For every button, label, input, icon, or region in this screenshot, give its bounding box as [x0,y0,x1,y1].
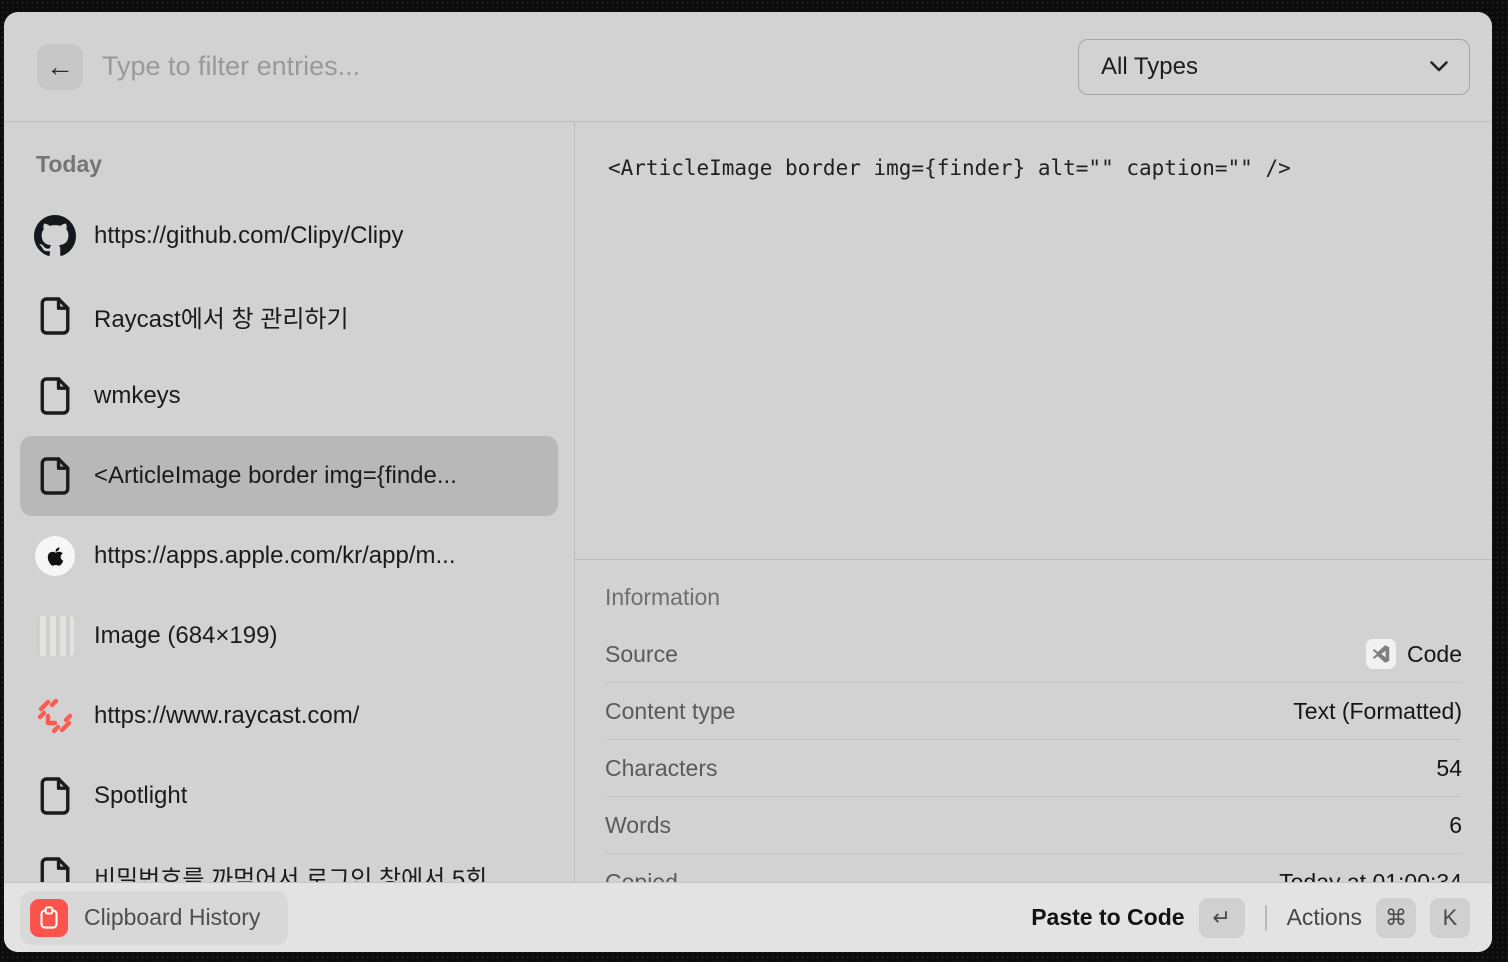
info-row-label: Words [605,812,671,839]
list-item[interactable]: wmkeys [20,356,558,436]
info-row-label: Characters [605,755,717,782]
apple-icon [34,535,76,577]
info-row: Characters 54 [605,740,1462,797]
list-item-label: Spotlight [94,782,187,810]
list-item[interactable]: https://github.com/Clipy/Clipy [20,196,558,276]
info-row-label: Source [605,641,678,668]
list-item-label: Raycast에서 창 관리하기 [94,299,349,334]
return-key-icon: ↵ [1199,898,1245,938]
list-item-label: https://github.com/Clipy/Clipy [94,222,403,250]
footer-actions: Paste to Code ↵ Actions ⌘ K [1031,898,1470,938]
type-filter-value: All Types [1101,53,1198,81]
detail-panel: <ArticleImage border img={finder} alt=""… [575,122,1492,882]
app-name: Clipboard History [84,904,260,931]
list-item-label: <ArticleImage border img={finde... [94,462,457,490]
info-row-value: 54 [1436,755,1462,782]
list-item-label: Image (684×199) [94,622,277,650]
information-section: Information Source Code Content type Tex… [575,560,1492,882]
app-pill: Clipboard History [20,891,288,945]
clipboard-icon [30,899,68,937]
document-icon [34,295,76,337]
section-label-today: Today [36,150,558,178]
vscode-icon [1366,639,1396,669]
arrow-left-icon: ← [46,51,74,83]
type-filter-dropdown[interactable]: All Types [1078,39,1470,95]
document-icon [34,855,76,882]
information-title: Information [605,584,1462,612]
header: ← All Types [4,12,1492,122]
info-row: Source Code [605,626,1462,683]
document-icon [34,375,76,417]
code-preview: <ArticleImage border img={finder} alt=""… [608,156,1472,180]
list-item[interactable]: <ArticleImage border img={finde... [20,436,558,516]
image-thumbnail [34,615,76,657]
list-item-label: 비밀번호를 까먹어서 로그인 창에서 5회... [94,859,507,883]
clipboard-list[interactable]: Today https://github.com/Clipy/Clipy Ray… [4,122,575,882]
list-item[interactable]: Spotlight [20,756,558,836]
list-item[interactable]: Raycast에서 창 관리하기 [20,276,558,356]
list-items-container: https://github.com/Clipy/Clipy Raycast에서… [20,196,558,882]
list-item-label: https://apps.apple.com/kr/app/m... [94,542,456,570]
list-item[interactable]: 비밀번호를 까먹어서 로그인 창에서 5회... [20,836,558,882]
info-row-value: 6 [1449,812,1462,839]
list-item[interactable]: https://apps.apple.com/kr/app/m... [20,516,558,596]
actions-button[interactable]: Actions [1287,904,1362,931]
chevron-down-icon [1429,60,1449,73]
info-row: Content type Text (Formatted) [605,683,1462,740]
document-icon [34,455,76,497]
search-input[interactable] [100,50,1078,83]
clipboard-history-window: ← All Types Today https://github.com/Cli… [4,12,1492,952]
info-row-value: Text (Formatted) [1293,698,1462,725]
paste-to-code-button[interactable]: Paste to Code [1031,904,1184,931]
list-item-label: https://www.raycast.com/ [94,702,359,730]
back-button[interactable]: ← [37,44,83,90]
raycast-icon [34,695,76,737]
footer-divider [1265,905,1267,931]
info-row-value: Today at 01:00:34 [1279,869,1462,883]
list-item[interactable]: https://www.raycast.com/ [20,676,558,756]
info-row: Copied Today at 01:00:34 [605,854,1462,882]
command-key-icon: ⌘ [1376,898,1416,938]
body: Today https://github.com/Clipy/Clipy Ray… [4,122,1492,882]
info-row: Words 6 [605,797,1462,854]
preview-pane: <ArticleImage border img={finder} alt=""… [575,122,1492,560]
list-item-label: wmkeys [94,382,181,410]
k-key-icon: K [1430,898,1470,938]
github-icon [34,215,76,257]
information-rows: Source Code Content type Text (Formatted… [605,626,1462,882]
info-row-value: Code [1407,641,1462,668]
list-item[interactable]: Image (684×199) [20,596,558,676]
document-icon [34,775,76,817]
action-bar: Clipboard History Paste to Code ↵ Action… [4,882,1492,952]
info-row-label: Content type [605,698,735,725]
info-row-label: Copied [605,869,678,883]
